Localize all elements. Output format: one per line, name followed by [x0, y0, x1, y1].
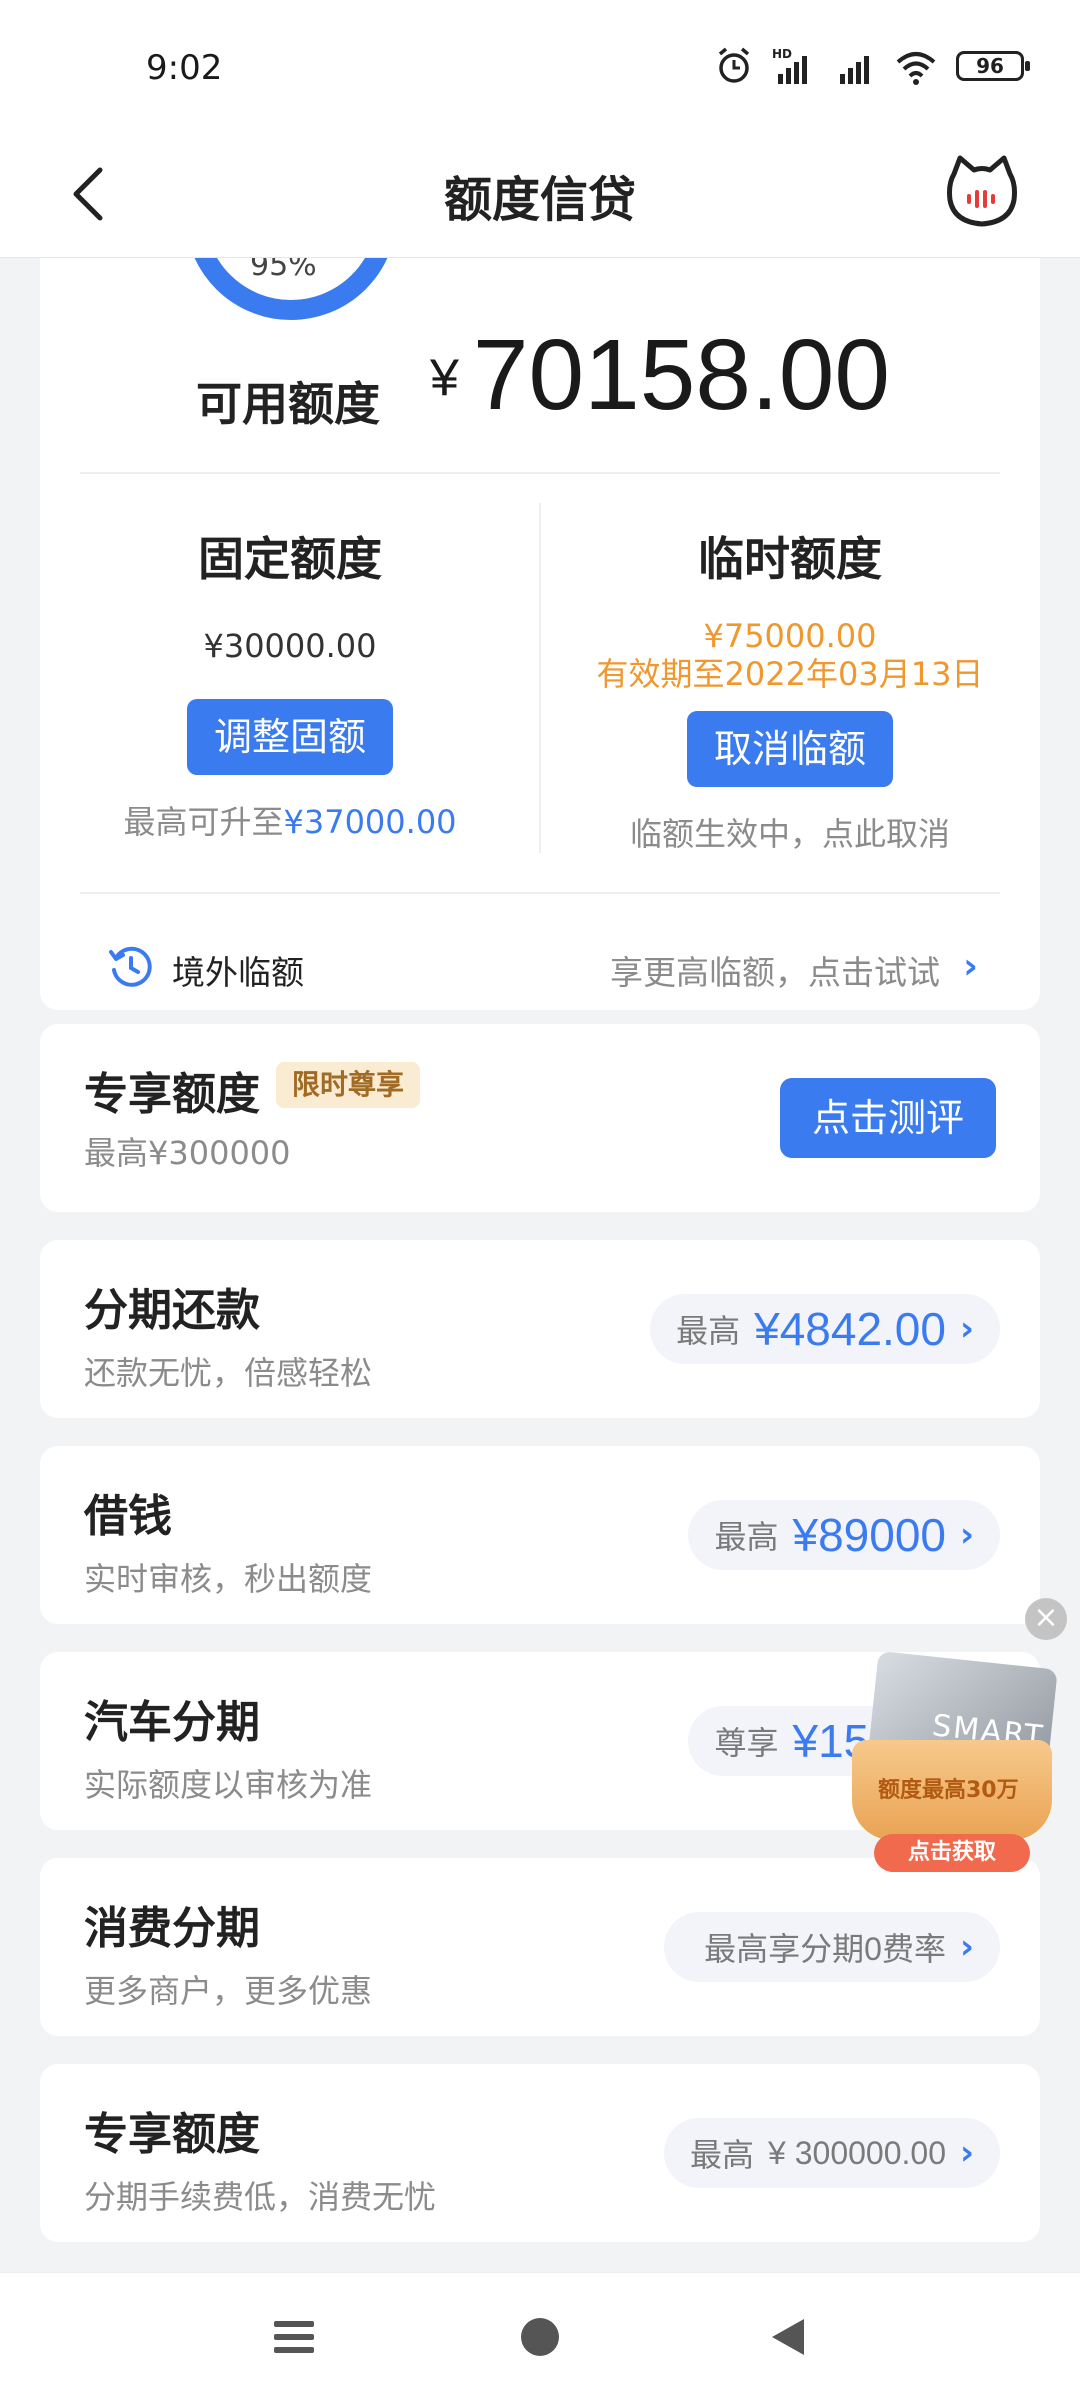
available-amount-value: 70158.00	[472, 319, 891, 431]
hd-signal-icon: HD	[772, 47, 807, 84]
history-clock-icon	[109, 946, 152, 987]
signal-icon	[840, 56, 869, 84]
usage-percent: 95%	[250, 258, 317, 283]
product-subtitle: 实际额度以审核为准	[84, 1766, 373, 1804]
close-ad-button[interactable]: ×	[1025, 1598, 1067, 1640]
promo-headline: 额度最高30万	[878, 1778, 1019, 1803]
product-title: 专享额度	[84, 2109, 260, 2160]
fixed-limit-note-prefix: 最高可升至	[123, 803, 284, 841]
wifi-icon	[896, 52, 936, 85]
currency-symbol: ¥	[430, 349, 459, 407]
pill-label: 最高	[714, 1518, 779, 1556]
pill-value: ¥ 300000.00	[768, 2134, 946, 2171]
fixed-limit-amount: ¥30000.00	[203, 627, 377, 665]
temp-limit-amount: ¥75000.00	[703, 617, 877, 655]
overseas-temp-limit-row[interactable]: 境外临额 享更高临额，点击试试 ›	[40, 928, 1040, 1010]
status-time: 9:02	[146, 48, 223, 88]
home-circle-icon	[521, 2318, 559, 2356]
fixed-limit-title: 固定额度	[198, 532, 382, 586]
pill-value: ¥4842.00	[754, 1303, 946, 1355]
home-button[interactable]	[510, 2307, 570, 2367]
status-icons: HD 96	[714, 46, 1030, 86]
chevron-right-icon: ›	[959, 1515, 974, 1555]
product-title: 借钱	[84, 1491, 172, 1542]
product-title: 汽车分期	[84, 1697, 260, 1748]
menu-icon	[274, 2321, 314, 2353]
product-subtitle: 实时审核，秒出额度	[84, 1560, 373, 1598]
svg-text:HD: HD	[772, 47, 792, 61]
overseas-hint: 享更高临额，点击试试	[610, 953, 940, 992]
product-limit-pill[interactable]: 最高享分期0费率 ›	[664, 1912, 1000, 1982]
pill-label: 尊享	[714, 1724, 779, 1762]
chevron-right-icon: ›	[963, 946, 978, 987]
battery-icon: 96	[956, 51, 1030, 81]
product-subtitle: 更多商户，更多优惠	[84, 1972, 373, 2010]
back-triangle-icon	[772, 2319, 804, 2355]
fixed-limit-section: 固定额度 ¥30000.00 调整固额 最高可升至¥37000.00	[40, 523, 540, 843]
evaluate-button[interactable]: 点击测评	[780, 1078, 996, 1158]
pill-label: 最高	[676, 1312, 741, 1350]
product-title: 消费分期	[84, 1903, 260, 1954]
available-amount: ¥70158.00	[430, 318, 890, 433]
product-subtitle: 分期手续费低，消费无忧	[84, 2178, 437, 2216]
limited-time-badge: 限时尊享	[276, 1062, 421, 1108]
battery-level: 96	[976, 54, 1004, 78]
temp-limit-title: 临时额度	[698, 532, 882, 586]
product-limit-pill[interactable]: 最高 ¥4842.00 ›	[650, 1294, 1000, 1364]
credit-summary-card: 95% 可用额度 ¥70158.00 固定额度 ¥30000.00 调整固额 最…	[40, 258, 1040, 1010]
fixed-limit-note-value: ¥37000.00	[283, 803, 457, 841]
pill-label: 最高	[690, 2136, 755, 2174]
overseas-label: 境外临额	[172, 953, 304, 992]
floating-promo-ad[interactable]: SMART 额度最高30万 点击获取	[842, 1650, 1064, 1878]
back-nav-button[interactable]	[758, 2307, 818, 2367]
menu-button[interactable]	[264, 2307, 324, 2367]
available-label: 可用额度	[196, 377, 380, 431]
pill-value: ¥89000	[792, 1509, 946, 1561]
customer-service-button[interactable]	[942, 152, 1022, 232]
cancel-temp-limit-button[interactable]: 取消临额	[687, 711, 893, 787]
temp-limit-section: 临时额度 ¥75000.00 有效期至2022年03月13日 取消临额 临额生效…	[540, 523, 1040, 855]
exclusive-title: 专享额度	[84, 1069, 260, 1120]
divider	[80, 892, 1000, 894]
promo-get-button[interactable]: 点击获取	[874, 1834, 1030, 1872]
exclusive-subtitle: 最高¥300000	[84, 1134, 291, 1172]
alarm-icon	[718, 47, 750, 83]
pill-value: 最高享分期0费率	[704, 1931, 946, 1967]
cat-service-icon	[947, 155, 1017, 227]
product-subtitle: 还款无忧，倍感轻松	[84, 1354, 373, 1392]
product-card-borrow[interactable]: 借钱 实时审核，秒出额度 最高 ¥89000 ›	[40, 1446, 1040, 1624]
exclusive-limit-card[interactable]: 专享额度 限时尊享 最高¥300000 点击测评	[40, 1024, 1040, 1212]
system-nav-bar	[0, 2272, 1080, 2400]
page-title: 额度信贷	[443, 172, 636, 228]
product-limit-pill[interactable]: 最高 ¥89000 ›	[688, 1500, 1000, 1570]
adjust-fixed-limit-button[interactable]: 调整固额	[187, 699, 393, 775]
product-card-consumer-installment[interactable]: 消费分期 更多商户，更多优惠 最高享分期0费率 ›	[40, 1858, 1040, 2036]
chevron-right-icon: ›	[959, 1309, 974, 1349]
product-limit-pill[interactable]: 最高 ¥ 300000.00 ›	[664, 2118, 1000, 2188]
temp-limit-validity: 有效期至2022年03月13日	[596, 655, 984, 693]
fixed-limit-note: 最高可升至¥37000.00	[40, 797, 540, 843]
status-bar: 9:02 HD 96	[0, 0, 1080, 130]
chevron-right-icon: ›	[959, 1927, 974, 1967]
temp-limit-note[interactable]: 临额生效中，点此取消	[540, 809, 1040, 855]
product-card-installment-repay[interactable]: 分期还款 还款无忧，倍感轻松 最高 ¥4842.00 ›	[40, 1240, 1040, 1418]
product-title: 分期还款	[84, 1285, 260, 1336]
divider	[80, 472, 1000, 474]
nav-bar: 额度信贷	[0, 130, 1080, 258]
product-card-exclusive-limit[interactable]: 专享额度 分期手续费低，消费无忧 最高 ¥ 300000.00 ›	[40, 2064, 1040, 2242]
chevron-right-icon: ›	[959, 2133, 974, 2173]
